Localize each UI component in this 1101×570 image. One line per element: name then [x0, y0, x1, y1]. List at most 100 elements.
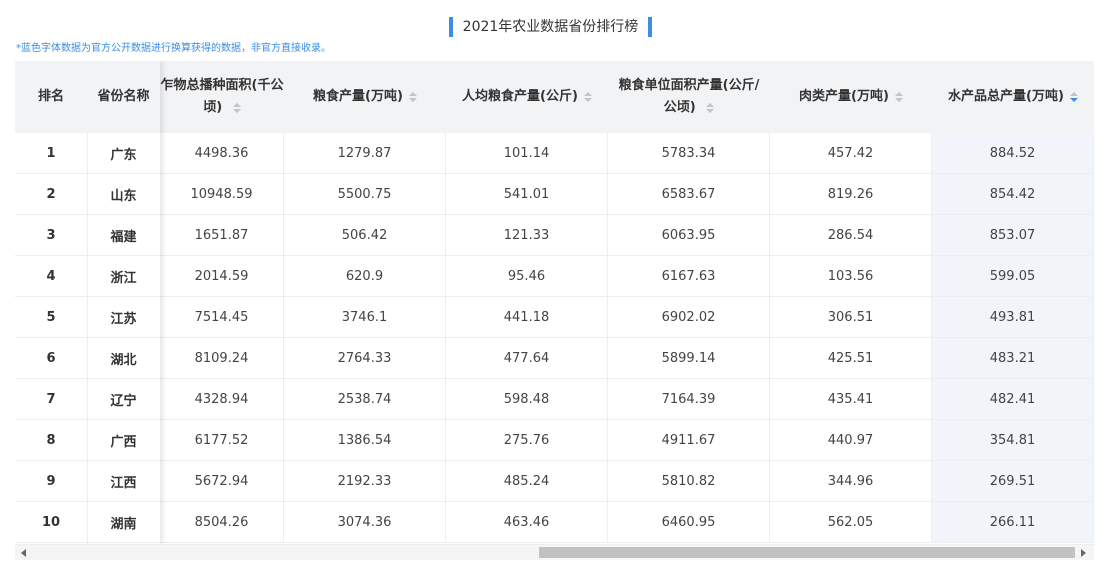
cell-yield: 6902.02 — [608, 297, 770, 337]
cell-aquatic: 269.51 — [932, 461, 1094, 501]
cell-grain: 1279.87 — [284, 133, 446, 173]
cell-crop-area: 6177.52 — [160, 420, 284, 460]
cell-province: 浙江 — [110, 270, 137, 286]
cell-per-capita: 541.01 — [446, 174, 608, 214]
cell-rank: 10 — [41, 514, 61, 530]
header-yield-label: 粮食单位面积产量(公斤/ 公顷) — [619, 75, 760, 119]
cell-province: 辽宁 — [110, 393, 137, 409]
cell-rank: 6 — [46, 350, 56, 366]
cell-crop-area: 4328.94 — [160, 379, 284, 419]
table-header: 乍物总播种面积(千公 顷) 粮食产量(万吨) 人均粮食产量(公斤) 粮食单位面积… — [15, 61, 1094, 133]
cell-province: 江苏 — [110, 311, 137, 327]
cell-yield: 6460.95 — [608, 502, 770, 542]
cell-rank: 3 — [46, 227, 56, 243]
cell-crop-area: 8504.26 — [160, 502, 284, 542]
cell-grain: 3074.36 — [284, 502, 446, 542]
cell-rank: 9 — [46, 473, 56, 489]
cell-province: 山东 — [110, 188, 137, 204]
cell-aquatic: 853.07 — [932, 215, 1094, 255]
cell-per-capita: 485.24 — [446, 461, 608, 501]
cell-grain: 1386.54 — [284, 420, 446, 460]
cell-meat: 344.96 — [770, 461, 932, 501]
table-row: 1651.87 506.42 121.33 6063.95 286.54 853.07 — [15, 215, 1094, 256]
cell-province: 湖北 — [110, 352, 137, 368]
cell-yield: 5899.14 — [608, 338, 770, 378]
fixed-header: 排名 省份名称 — [15, 61, 160, 133]
cell-per-capita: 275.76 — [446, 420, 608, 460]
header-crop-area[interactable]: 乍物总播种面积(千公 顷) — [160, 61, 284, 133]
cell-per-capita: 121.33 — [446, 215, 608, 255]
cell-rank: 7 — [46, 391, 56, 407]
table-row: 7514.45 3746.1 441.18 6902.02 306.51 493.81 — [15, 297, 1094, 338]
scroll-right-arrow-icon[interactable] — [1081, 549, 1086, 557]
header-grain-label: 粮食产量(万吨) — [313, 89, 403, 104]
header-aquatic[interactable]: 水产品总产量(万吨) — [932, 61, 1094, 133]
cell-yield: 6583.67 — [608, 174, 770, 214]
cell-crop-area: 4498.36 — [160, 133, 284, 173]
cell-crop-area: 2014.59 — [160, 256, 284, 296]
cell-rank: 4 — [46, 268, 56, 284]
scrollbar-thumb[interactable] — [539, 547, 1075, 558]
cell-crop-area: 1651.87 — [160, 215, 284, 255]
header-grain[interactable]: 粮食产量(万吨) — [284, 61, 446, 133]
table-row: 2014.59 620.9 95.46 6167.63 103.56 599.05 — [15, 256, 1094, 297]
cell-crop-area: 10948.59 — [160, 174, 284, 214]
cell-rank: 1 — [46, 145, 56, 161]
cell-crop-area: 7514.45 — [160, 297, 284, 337]
cell-grain: 2764.33 — [284, 338, 446, 378]
sort-icon[interactable] — [232, 102, 241, 113]
cell-per-capita: 477.64 — [446, 338, 608, 378]
cell-meat: 306.51 — [770, 297, 932, 337]
cell-province: 广西 — [110, 434, 137, 450]
cell-meat: 457.42 — [770, 133, 932, 173]
cell-yield: 5810.82 — [608, 461, 770, 501]
cell-yield: 4911.67 — [608, 420, 770, 460]
cell-yield: 5783.34 — [608, 133, 770, 173]
table-row: 6177.52 1386.54 275.76 4911.67 440.97 354.81 — [15, 420, 1094, 461]
header-per-capita-label: 人均粮食产量(公斤) — [462, 89, 578, 104]
header-yield-line1: 粮食单位面积产量(公斤/ — [618, 78, 760, 93]
cell-yield: 6063.95 — [608, 215, 770, 255]
cell-grain: 620.9 — [284, 256, 446, 296]
header-yield[interactable]: 粮食单位面积产量(公斤/ 公顷) — [608, 61, 770, 133]
cell-province: 湖南 — [110, 516, 137, 532]
cell-meat: 562.05 — [770, 502, 932, 542]
page-title: 2021年农业数据省份排行榜 — [448, 16, 653, 38]
table-row: 4328.94 2538.74 598.48 7164.39 435.41 482.41 — [15, 379, 1094, 420]
cell-crop-area: 8109.24 — [160, 338, 284, 378]
cell-grain: 2192.33 — [284, 461, 446, 501]
scroll-left-arrow-icon[interactable] — [21, 549, 26, 557]
cell-meat: 440.97 — [770, 420, 932, 460]
column-divider — [87, 133, 88, 544]
cell-grain: 506.42 — [284, 215, 446, 255]
table-row: 8504.26 3074.36 463.46 6460.95 562.05 266.11 — [15, 502, 1094, 543]
sort-icon[interactable] — [894, 92, 903, 102]
cell-aquatic: 854.42 — [932, 174, 1094, 214]
cell-rank: 5 — [46, 309, 56, 325]
cell-aquatic: 483.21 — [932, 338, 1094, 378]
cell-province: 江西 — [110, 475, 137, 491]
cell-aquatic: 884.52 — [932, 133, 1094, 173]
cell-per-capita: 101.14 — [446, 133, 608, 173]
sort-icon[interactable] — [408, 92, 417, 102]
table-row: 10948.59 5500.75 541.01 6583.67 819.26 854.42 — [15, 174, 1094, 215]
cell-province: 广东 — [110, 147, 137, 163]
data-source-note: *蓝色字体数据为官方公开数据进行换算获得的数据，非官方直接收录。 — [16, 43, 331, 54]
cell-yield: 7164.39 — [608, 379, 770, 419]
sort-icon[interactable] — [583, 92, 592, 102]
horizontal-scrollbar[interactable] — [15, 544, 1094, 560]
cell-crop-area: 5672.94 — [160, 461, 284, 501]
header-aquatic-label: 水产品总产量(万吨) — [948, 89, 1064, 104]
header-per-capita[interactable]: 人均粮食产量(公斤) — [446, 61, 608, 133]
cell-meat: 103.56 — [770, 256, 932, 296]
sort-icon[interactable] — [706, 102, 715, 113]
cell-meat: 435.41 — [770, 379, 932, 419]
sort-desc-icon[interactable] — [1069, 92, 1078, 102]
header-meat[interactable]: 肉类产量(万吨) — [770, 61, 932, 133]
cell-meat: 819.26 — [770, 174, 932, 214]
header-crop-area-line2: 顷) — [203, 100, 223, 115]
header-crop-area-line1: 乍物总播种面积(千公 — [160, 78, 284, 93]
cell-aquatic: 493.81 — [932, 297, 1094, 337]
page-title-wrap: 2021年农业数据省份排行榜 — [0, 16, 1101, 38]
table-row: 8109.24 2764.33 477.64 5899.14 425.51 483.21 — [15, 338, 1094, 379]
